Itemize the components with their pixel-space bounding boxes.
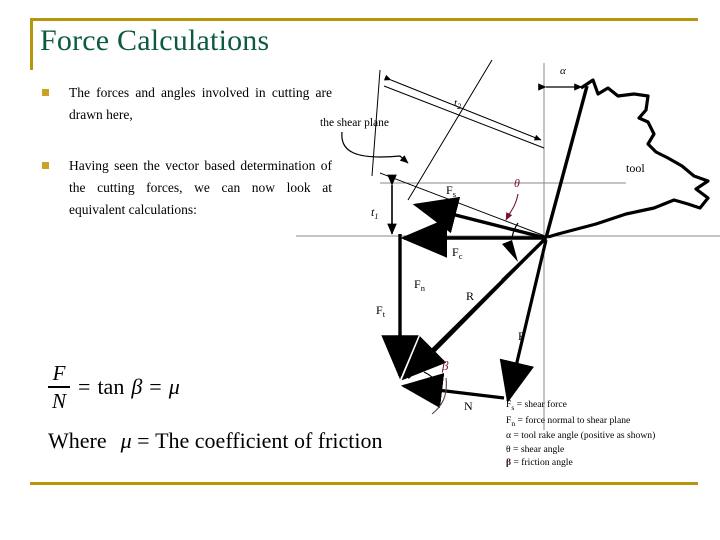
fraction-bar: [48, 386, 71, 388]
legend-description: force normal to shear plane: [525, 414, 631, 426]
legend-symbol-sub: s: [511, 402, 515, 412]
beta-arc: [431, 377, 447, 415]
legend-equals: =: [513, 430, 519, 442]
where-label: Where: [48, 427, 107, 453]
title-rule-left: [30, 18, 33, 70]
equals-sign-1: =: [78, 373, 91, 399]
legend-symbol: θ: [506, 443, 511, 455]
Fc-label: Fc: [452, 245, 463, 261]
equals-sign-3: =: [137, 427, 150, 453]
chip-bottom-edge: [379, 172, 546, 237]
legend-row: α = tool rake angle (positive as shown): [506, 429, 655, 443]
tool-rake-face: [544, 85, 589, 239]
legend-symbol-sub: n: [511, 418, 516, 428]
N-vector: [400, 373, 505, 409]
legend-symbol: α: [506, 430, 512, 442]
legend-description: shear angle: [520, 443, 565, 455]
equals-sign-2: =: [149, 373, 162, 399]
legend-description: tool rake angle (positive as shown): [521, 430, 656, 442]
bullet-marker-icon: [42, 162, 49, 169]
legend-equals: =: [517, 414, 523, 426]
beta-symbol: β: [131, 373, 143, 399]
theta-angle-wedge: [502, 240, 518, 262]
Fs-label: Fs: [446, 183, 456, 199]
mu-symbol-2: μ: [120, 427, 132, 453]
mu-symbol: μ: [168, 373, 180, 399]
legend-equals: =: [513, 443, 519, 455]
legend-symbol: β: [506, 457, 512, 469]
Fs-vector: [412, 196, 547, 240]
legend-row: Fs = shear force: [506, 398, 655, 414]
t2-dimension-arrow: [383, 74, 542, 141]
bullet-text: Having seen the vector based determinati…: [69, 158, 332, 217]
theta-label: θ: [514, 176, 520, 190]
bullet-item: The forces and angles involved in cuttin…: [42, 82, 332, 126]
F-label: F: [518, 329, 525, 343]
title-rule-top: [30, 18, 698, 21]
page-title: Force Calculations: [40, 24, 270, 57]
bottom-rule: [30, 482, 698, 485]
theta-leader-arrow: [505, 193, 519, 221]
F-vector: [499, 239, 548, 404]
bullet-item: Having seen the vector based determinati…: [42, 155, 332, 221]
tan-operator: tan: [97, 373, 125, 399]
legend-row: θ = shear angle: [506, 443, 655, 457]
legend-equals: =: [516, 399, 523, 410]
bullet-text: The forces and angles involved in cuttin…: [69, 85, 332, 122]
R-label: R: [466, 289, 474, 303]
tool-outline: [547, 78, 710, 239]
Ft-label: Ft: [376, 303, 386, 319]
shear-plane-label: the shear plane: [320, 117, 389, 129]
beta-label: β: [441, 358, 449, 373]
legend-equals: =: [513, 457, 519, 469]
Fn-label: Fn: [414, 277, 426, 293]
chip-left-edge: [407, 59, 493, 201]
slide-canvas: Force Calculations The forces and angles…: [0, 0, 720, 540]
legend-row: β = friction angle: [506, 456, 655, 470]
alpha-label: α: [560, 65, 566, 77]
bullet-marker-icon: [42, 89, 49, 96]
fraction-f-over-n: F N: [48, 361, 71, 413]
tool-label: tool: [626, 161, 645, 175]
chip-top-edge: [383, 85, 545, 149]
fraction-denominator: N: [52, 388, 67, 413]
legend-row: Fn = force normal to shear plane: [506, 414, 655, 430]
legend-description: friction angle: [521, 457, 573, 469]
t2-label: t2: [454, 97, 461, 111]
beta-arc-2: [423, 371, 439, 385]
fraction-numerator: F: [52, 361, 66, 385]
t1-label: t1: [371, 205, 378, 221]
N-label: N: [464, 399, 473, 413]
legend-description: shear force: [524, 399, 567, 410]
legend-block: Fs = shear force Fn = force normal to sh…: [506, 398, 655, 470]
